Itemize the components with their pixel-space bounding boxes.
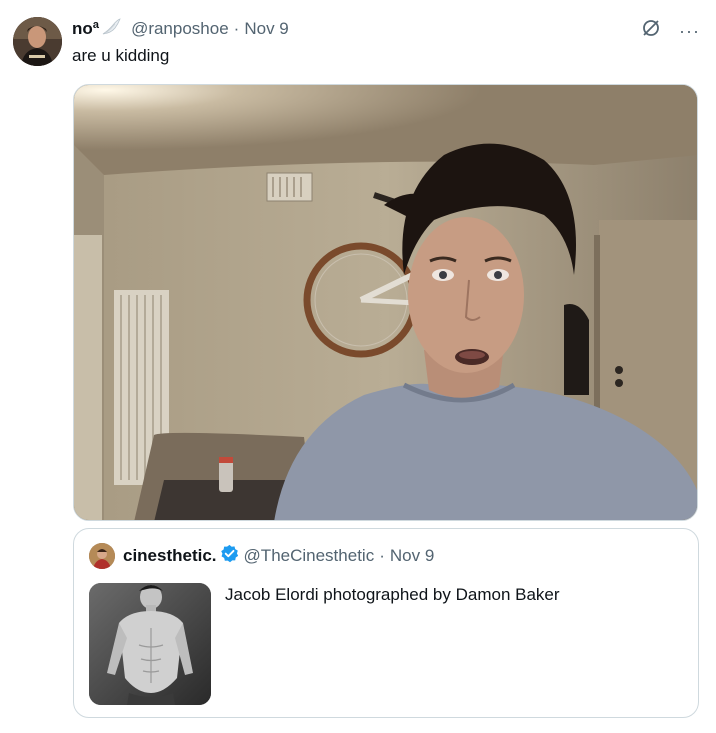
verified-badge-icon [217,544,244,568]
author-handle[interactable]: @ranposhoe [131,19,229,39]
more-icon[interactable]: ··· [679,22,700,40]
quoted-tweet-text: Jacob Elordi photographed by Damon Baker [225,585,560,604]
header-separator: · [233,19,240,38]
quoted-header-separator: · [379,546,385,565]
tweet-media-photo[interactable] [73,84,698,521]
author-avatar[interactable] [13,17,62,66]
tweet-actions: ··· [641,18,700,43]
grok-icon[interactable] [641,18,661,43]
tweet-header: noª @ranposhoe · Nov 9 [72,17,289,41]
quoted-date: Nov 9 [389,546,435,565]
author-display-name[interactable]: noª [72,19,99,39]
quoted-tweet-header: cinesthetic. @TheCinesthetic · Nov 9 [123,544,435,568]
wing-icon [101,17,121,41]
quoted-display-name: cinesthetic. [123,546,217,565]
quoted-media-thumbnail[interactable] [89,583,211,705]
quoted-tweet[interactable]: cinesthetic. @TheCinesthetic · Nov 9 Jac… [73,528,699,718]
tweet-date[interactable]: Nov 9 [244,19,288,39]
quoted-handle: @TheCinesthetic [243,546,375,565]
quoted-author-avatar [89,543,115,569]
tweet-text: are u kidding [72,46,170,65]
